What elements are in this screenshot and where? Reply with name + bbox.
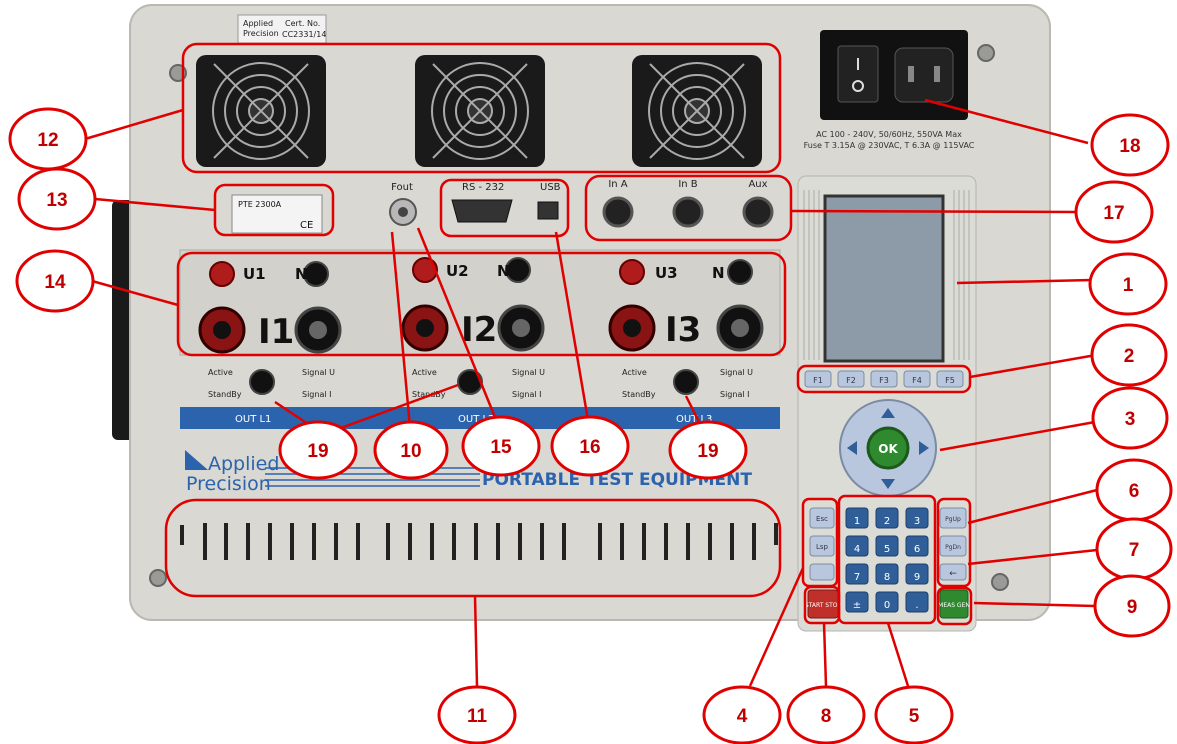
f3-label: F3 — [879, 376, 889, 385]
ch2-signal-u: Signal U — [512, 368, 545, 377]
ch2-n-label: N — [497, 262, 510, 280]
callout-1: 1 — [1123, 275, 1134, 296]
fout-label: Fout — [391, 182, 413, 193]
key-dot: . — [915, 600, 918, 611]
ch3-standby: StandBy — [622, 390, 656, 399]
callout-3: 3 — [1125, 409, 1136, 430]
ch1-active: Active — [208, 368, 233, 377]
ch1-u-label: U1 — [243, 265, 266, 283]
cert-number: CC2331/14 — [282, 30, 326, 39]
key-4: 4 — [854, 544, 860, 555]
f4-label: F4 — [912, 376, 922, 385]
callout-18: 18 — [1119, 136, 1140, 157]
ch2-signal-i: Signal I — [512, 390, 541, 399]
callout-6: 6 — [1129, 481, 1140, 502]
callout-12: 12 — [37, 130, 58, 151]
ch1-signal-u: Signal U — [302, 368, 335, 377]
key-6: 6 — [914, 544, 920, 555]
callout-2: 2 — [1124, 346, 1135, 367]
cert-brand-1: Applied — [243, 19, 273, 28]
home-key — [809, 563, 835, 581]
ch3-signal-u: Signal U — [720, 368, 753, 377]
cooling-fans — [196, 55, 762, 167]
fout-bnc-connector[interactable] — [389, 198, 417, 226]
key-3: 3 — [914, 516, 920, 527]
callout-11: 11 — [467, 706, 488, 727]
rs232-port[interactable] — [451, 199, 513, 223]
fan-1 — [196, 55, 326, 167]
esc-label: Esc — [816, 515, 828, 523]
rs232-label: RS - 232 — [462, 182, 504, 193]
input-b-label: In B — [678, 179, 697, 190]
callout-15: 15 — [490, 437, 512, 458]
ce-mark: CE — [300, 220, 313, 231]
ch2-u-label: U2 — [446, 262, 469, 280]
ch1-signal-i: Signal I — [302, 390, 331, 399]
model-label: PTE 2300A — [238, 200, 282, 209]
callout-9: 9 — [1127, 597, 1138, 618]
key-7: 7 — [854, 572, 860, 583]
meas-gen-label: MEAS GEN — [938, 602, 970, 609]
input-connectors[interactable] — [602, 196, 774, 228]
pgup-label: PgUp — [945, 516, 961, 523]
callout-17: 17 — [1103, 203, 1124, 224]
ch1-n-label: N — [295, 265, 308, 283]
ch3-n-label: N — [712, 264, 725, 282]
start-stop-label: START STOP — [805, 602, 842, 609]
ch3-signal-i: Signal I — [720, 390, 749, 399]
key-0: 0 — [884, 600, 890, 611]
f5-label: F5 — [945, 376, 955, 385]
key-5: 5 — [884, 544, 890, 555]
ch2-active: Active — [412, 368, 437, 377]
cert-brand-2: Precision — [243, 29, 279, 38]
lsp-label: Lsp — [816, 543, 829, 551]
input-a-label: In A — [608, 179, 627, 190]
aux-label: Aux — [748, 179, 767, 190]
callout-19a: 19 — [307, 441, 328, 462]
pgdn-label: PgDn — [945, 544, 961, 551]
key-9: 9 — [914, 572, 920, 583]
key-8: 8 — [884, 572, 890, 583]
lcd-screen — [823, 194, 945, 363]
backspace-label: ← — [949, 569, 957, 579]
callout-5: 5 — [909, 706, 920, 727]
power-spec-1: AC 100 - 240V, 50/60Hz, 550VA Max — [816, 130, 962, 139]
power-switch — [837, 45, 879, 103]
key-1: 1 — [854, 516, 860, 527]
brand-line-2: Precision — [186, 473, 271, 495]
f1-label: F1 — [813, 376, 823, 385]
callout-13: 13 — [46, 190, 67, 211]
callout-16: 16 — [579, 437, 600, 458]
callout-8: 8 — [821, 706, 832, 727]
ch1-standby: StandBy — [208, 390, 242, 399]
ch1-out-label: OUT L1 — [235, 414, 271, 425]
ch3-i-label: I3 — [665, 310, 701, 350]
usb-port[interactable] — [537, 201, 559, 220]
brand-line-1: Applied — [208, 453, 279, 475]
f2-label: F2 — [846, 376, 856, 385]
ch1-i-label: I1 — [258, 312, 294, 352]
callout-7: 7 — [1129, 540, 1140, 561]
usb-label: USB — [540, 182, 561, 193]
ch3-active: Active — [622, 368, 647, 377]
cert-title: Cert. No. — [285, 19, 320, 28]
iec-socket — [894, 47, 954, 103]
ok-label: OK — [878, 442, 898, 456]
callout-14: 14 — [44, 272, 66, 293]
ch3-u-label: U3 — [655, 264, 678, 282]
callout-4: 4 — [737, 706, 748, 727]
key-2: 2 — [884, 516, 890, 527]
key-plusminus: ± — [853, 600, 861, 611]
fan-3 — [632, 55, 762, 167]
callout-19b: 19 — [697, 441, 718, 462]
callout-10: 10 — [400, 441, 421, 462]
fan-2 — [415, 55, 545, 167]
power-spec-2: Fuse T 3.15A @ 230VAC, T 6.3A @ 115VAC — [804, 141, 975, 150]
